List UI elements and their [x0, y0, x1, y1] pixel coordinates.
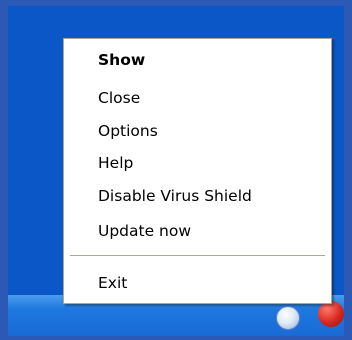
context-menu: Show Close Options Help Disable Virus Sh… [63, 38, 332, 304]
menu-item-close[interactable]: Close [64, 84, 331, 112]
menu-item-update-now[interactable]: Update now [64, 217, 331, 245]
tray-icon[interactable] [276, 306, 300, 330]
menu-item-show[interactable]: Show [64, 46, 331, 74]
menu-separator [70, 255, 325, 257]
antivirus-icon[interactable] [318, 301, 344, 327]
menu-item-options[interactable]: Options [64, 117, 331, 145]
menu-item-exit[interactable]: Exit [64, 269, 331, 297]
menu-item-disable-virus-shield[interactable]: Disable Virus Shield [64, 182, 331, 210]
menu-item-help[interactable]: Help [64, 149, 331, 177]
